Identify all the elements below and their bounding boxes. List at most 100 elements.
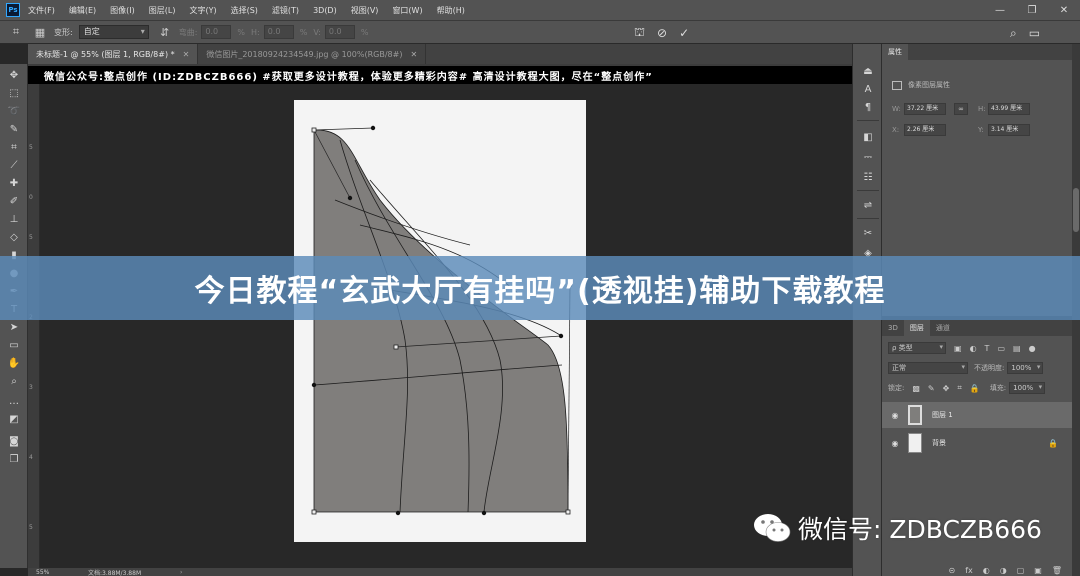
mask-icon[interactable]: ◐: [983, 566, 990, 575]
warp-mode-icon[interactable]: ⛫: [634, 25, 645, 41]
new-layer-icon[interactable]: ▣: [1034, 566, 1042, 575]
reference-point-icon[interactable]: ▦: [32, 24, 48, 40]
doc-size-info: 文档:3.88M/3.88M: [88, 569, 142, 576]
tab-3d[interactable]: 3D: [882, 320, 904, 336]
tool-presets-icon[interactable]: ✂: [860, 226, 876, 240]
close-button[interactable]: ✕: [1048, 0, 1080, 20]
marquee-tool-icon[interactable]: ⬚: [6, 86, 22, 100]
menu-file[interactable]: 文件(F): [28, 5, 55, 16]
lock-icon: 🔒: [1048, 438, 1058, 448]
menu-image[interactable]: 图像(I): [110, 5, 135, 16]
lock-image-icon[interactable]: ✎: [928, 384, 935, 393]
character-icon[interactable]: A: [860, 82, 876, 96]
opacity-input[interactable]: 100%: [1007, 362, 1044, 374]
menu-filter[interactable]: 滤镜(T): [272, 5, 299, 16]
paragraph-icon[interactable]: ¶: [860, 100, 876, 114]
menu-help[interactable]: 帮助(H): [437, 5, 465, 16]
eye-icon[interactable]: ◉: [886, 439, 904, 448]
crop-tool-icon[interactable]: ⌗: [6, 140, 22, 154]
height-field[interactable]: 43.99 厘米: [988, 103, 1030, 115]
document-canvas[interactable]: [294, 100, 586, 542]
close-icon[interactable]: ✕: [410, 50, 417, 59]
lock-all-icon[interactable]: 🔒: [970, 384, 980, 393]
hand-tool-icon[interactable]: ✋: [6, 356, 22, 370]
warp-tool-icon[interactable]: ⌗: [8, 24, 24, 40]
path-select-tool-icon[interactable]: ➤: [6, 320, 22, 334]
layer-name[interactable]: 图层 1: [932, 410, 953, 420]
status-menu-arrow[interactable]: ›: [180, 569, 182, 576]
trash-icon[interactable]: 🗑: [1052, 566, 1062, 575]
h-distort-input[interactable]: 0.0: [263, 25, 294, 39]
info-icon[interactable]: ⇌: [860, 198, 876, 212]
maximize-button[interactable]: ❐: [1016, 0, 1048, 20]
shape-tool-icon[interactable]: ▭: [6, 338, 22, 352]
link-layers-icon[interactable]: ⊝: [948, 566, 955, 575]
eraser-tool-icon[interactable]: ◇: [6, 230, 22, 244]
lock-position-icon[interactable]: ✥: [943, 384, 950, 393]
warp-orientation-icon[interactable]: ⇵: [157, 24, 173, 40]
eye-icon[interactable]: ◉: [886, 411, 904, 420]
filter-type-icon[interactable]: T: [985, 344, 990, 353]
link-dimensions-icon[interactable]: ∞: [954, 103, 968, 115]
menu-window[interactable]: 窗口(W): [392, 5, 422, 16]
lasso-tool-icon[interactable]: ➰: [6, 104, 22, 118]
quick-mask-icon[interactable]: ◙: [6, 434, 22, 448]
group-icon[interactable]: ▢: [1017, 566, 1025, 575]
tab-properties[interactable]: 属性: [882, 44, 908, 60]
workspace-icon[interactable]: ▭: [1029, 26, 1040, 40]
zoom-level[interactable]: 55%: [28, 569, 58, 576]
menu-3d[interactable]: 3D(D): [313, 6, 337, 15]
screen-mode-icon[interactable]: ❐: [6, 452, 22, 466]
minimize-button[interactable]: —: [984, 0, 1016, 20]
tab-wechat-image[interactable]: 微信图片_20180924234549.jpg @ 100%(RGB/8#) ✕: [198, 44, 427, 64]
filter-pixel-icon[interactable]: ▣: [954, 344, 962, 353]
fill-input[interactable]: 100%: [1009, 382, 1046, 394]
y-field[interactable]: 3.14 厘米: [988, 124, 1030, 136]
lock-artboard-icon[interactable]: ⌗: [957, 383, 962, 393]
scroll-thumb[interactable]: [1073, 188, 1079, 232]
clone-source-icon[interactable]: ☷: [860, 170, 876, 184]
x-field[interactable]: 2.26 厘米: [904, 124, 946, 136]
y-label: Y:: [978, 126, 984, 134]
filter-shape-icon[interactable]: ▭: [997, 344, 1005, 353]
adjustments-icon[interactable]: ◧: [860, 130, 876, 144]
stamp-tool-icon[interactable]: ⊥: [6, 212, 22, 226]
filter-smart-icon[interactable]: ▤: [1013, 344, 1021, 353]
filter-toggle-icon[interactable]: ●: [1029, 344, 1036, 353]
healing-tool-icon[interactable]: ✚: [6, 176, 22, 190]
search-icon[interactable]: ⌕: [1010, 26, 1017, 41]
eyedropper-tool-icon[interactable]: ⟋: [6, 158, 22, 172]
lock-transparent-icon[interactable]: ▩: [912, 384, 920, 393]
layer-row-background[interactable]: ◉ 背景 🔒: [882, 430, 1072, 456]
tab-channels[interactable]: 通道: [930, 320, 956, 336]
filter-adjust-icon[interactable]: ◐: [970, 344, 977, 353]
cancel-transform-button[interactable]: ⊘: [657, 26, 667, 40]
blend-mode-select[interactable]: 正常: [888, 362, 968, 374]
quick-select-tool-icon[interactable]: ✎: [6, 122, 22, 136]
layer-kind-filter[interactable]: ρ 类型: [888, 342, 946, 354]
bend-input[interactable]: 0.0: [201, 25, 232, 39]
tab-layers[interactable]: 图层: [903, 320, 930, 336]
color-swatches-icon[interactable]: ◩: [6, 412, 22, 426]
commit-transform-button[interactable]: ✓: [679, 26, 689, 40]
fx-icon[interactable]: fx: [965, 566, 973, 575]
history-icon[interactable]: ⏏: [860, 64, 876, 78]
zoom-tool-icon[interactable]: ⌕: [6, 374, 22, 388]
tab-untitled[interactable]: 未标题-1 @ 55% (图层 1, RGB/8#) * ✕: [28, 44, 199, 64]
more-tools-icon[interactable]: …: [6, 394, 22, 408]
menu-select[interactable]: 选择(S): [231, 5, 258, 16]
warp-style-select[interactable]: 自定: [78, 25, 149, 39]
layer-name[interactable]: 背景: [932, 438, 946, 448]
width-field[interactable]: 37.22 厘米: [904, 103, 946, 115]
brush-settings-icon[interactable]: ⎓: [860, 150, 876, 164]
menu-type[interactable]: 文字(Y): [189, 5, 216, 16]
move-tool-icon[interactable]: ✥: [6, 68, 22, 82]
menu-view[interactable]: 视图(V): [351, 5, 379, 16]
v-distort-input[interactable]: 0.0: [324, 25, 355, 39]
menu-layer[interactable]: 图层(L): [149, 5, 176, 16]
close-icon[interactable]: ✕: [183, 50, 190, 59]
layer-row-layer1[interactable]: ◉ 图层 1: [882, 402, 1072, 428]
menu-edit[interactable]: 编辑(E): [69, 5, 96, 16]
brush-tool-icon[interactable]: ✐: [6, 194, 22, 208]
adjustment-layer-icon[interactable]: ◑: [1000, 566, 1007, 575]
